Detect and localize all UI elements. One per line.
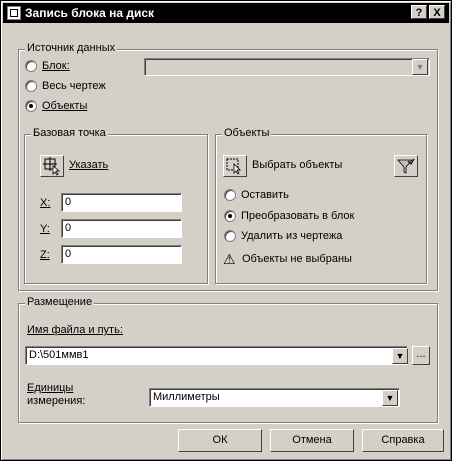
- select-objects-icon: [226, 158, 241, 175]
- close-button[interactable]: X: [429, 5, 445, 19]
- convert-to-block-label: Преобразовать в блок: [241, 210, 355, 222]
- entire-drawing-radio-indicator[interactable]: [25, 80, 37, 92]
- cancel-button[interactable]: Отмена: [270, 429, 354, 452]
- units-dropdown-button[interactable]: ▼: [382, 390, 398, 406]
- delete-from-drawing-radio[interactable]: Удалить из чертежа: [224, 230, 342, 242]
- file-path-input[interactable]: D:\501ммв1: [25, 346, 408, 365]
- units-combo[interactable]: Миллиметры: [149, 388, 400, 407]
- title-bar[interactable]: Запись блока на диск ? X: [3, 3, 449, 23]
- entire-drawing-radio[interactable]: Весь чертеж: [25, 80, 106, 92]
- warning-icon: ⚠: [223, 251, 236, 267]
- entire-drawing-label: Весь чертеж: [42, 80, 106, 92]
- source-group: Источник данных Блок: ▼ Весь чертеж Объе…: [18, 42, 438, 291]
- block-radio-indicator[interactable]: [25, 60, 37, 72]
- pick-point-icon: [43, 157, 61, 176]
- x-label: X:: [40, 197, 51, 209]
- help-title-button[interactable]: ?: [411, 5, 427, 19]
- pick-point-label: Указать: [69, 159, 109, 171]
- retain-radio-indicator[interactable]: [224, 189, 236, 201]
- block-dropdown-button: ▼: [412, 59, 428, 75]
- base-point-group: Базовая точка Указать X: 0 Y: 0 Z: 0: [24, 127, 208, 284]
- convert-to-block-radio-indicator[interactable]: [224, 210, 236, 222]
- z-coordinate-input[interactable]: 0: [61, 245, 182, 264]
- x-coordinate-input[interactable]: 0: [61, 193, 182, 212]
- units-label-line2: измерения:: [27, 395, 86, 407]
- objects-radio-indicator[interactable]: [25, 100, 37, 112]
- block-radio-label: Блок:: [42, 60, 70, 72]
- select-objects-label: Выбрать объекты: [252, 159, 343, 171]
- destination-group: Размещение Имя файла и путь: D:\501ммв1 …: [18, 296, 438, 423]
- source-legend: Источник данных: [25, 42, 118, 54]
- objects-radio-label: Объекты: [42, 100, 88, 112]
- file-path-dropdown-button[interactable]: ▼: [392, 348, 408, 364]
- pick-point-button[interactable]: [40, 155, 64, 177]
- z-label: Z:: [40, 249, 50, 261]
- retain-radio[interactable]: Оставить: [224, 189, 289, 201]
- y-label: Y:: [40, 223, 50, 235]
- block-name-combo: [144, 58, 430, 76]
- quick-select-button[interactable]: [394, 155, 418, 177]
- delete-from-drawing-radio-indicator[interactable]: [224, 230, 236, 242]
- app-icon: [7, 6, 21, 20]
- y-coordinate-input[interactable]: 0: [61, 219, 182, 238]
- delete-from-drawing-label: Удалить из чертежа: [241, 230, 343, 242]
- browse-button[interactable]: ...: [412, 346, 430, 365]
- objects-legend: Объекты: [222, 127, 272, 139]
- quick-select-filter-icon: [397, 158, 415, 174]
- destination-legend: Размещение: [25, 296, 95, 308]
- ok-button[interactable]: ОК: [178, 429, 262, 452]
- block-radio[interactable]: Блок:: [25, 60, 70, 72]
- select-objects-button[interactable]: [223, 155, 247, 177]
- help-button[interactable]: Справка: [362, 429, 444, 452]
- base-point-legend: Базовая точка: [31, 127, 108, 139]
- objects-group: Объекты Выбрать объекты Оставить Преобра…: [215, 127, 427, 284]
- no-objects-selected-text: Объекты не выбраны: [242, 253, 352, 265]
- objects-radio[interactable]: Объекты: [25, 100, 87, 112]
- file-path-label: Имя файла и путь:: [27, 324, 123, 336]
- units-label-line1: Единицы: [27, 382, 74, 394]
- retain-label: Оставить: [241, 189, 289, 201]
- window-title: Запись блока на диск: [25, 6, 155, 20]
- write-block-dialog: Запись блока на диск ? X Источник данных…: [0, 0, 452, 461]
- convert-to-block-radio[interactable]: Преобразовать в блок: [224, 210, 354, 222]
